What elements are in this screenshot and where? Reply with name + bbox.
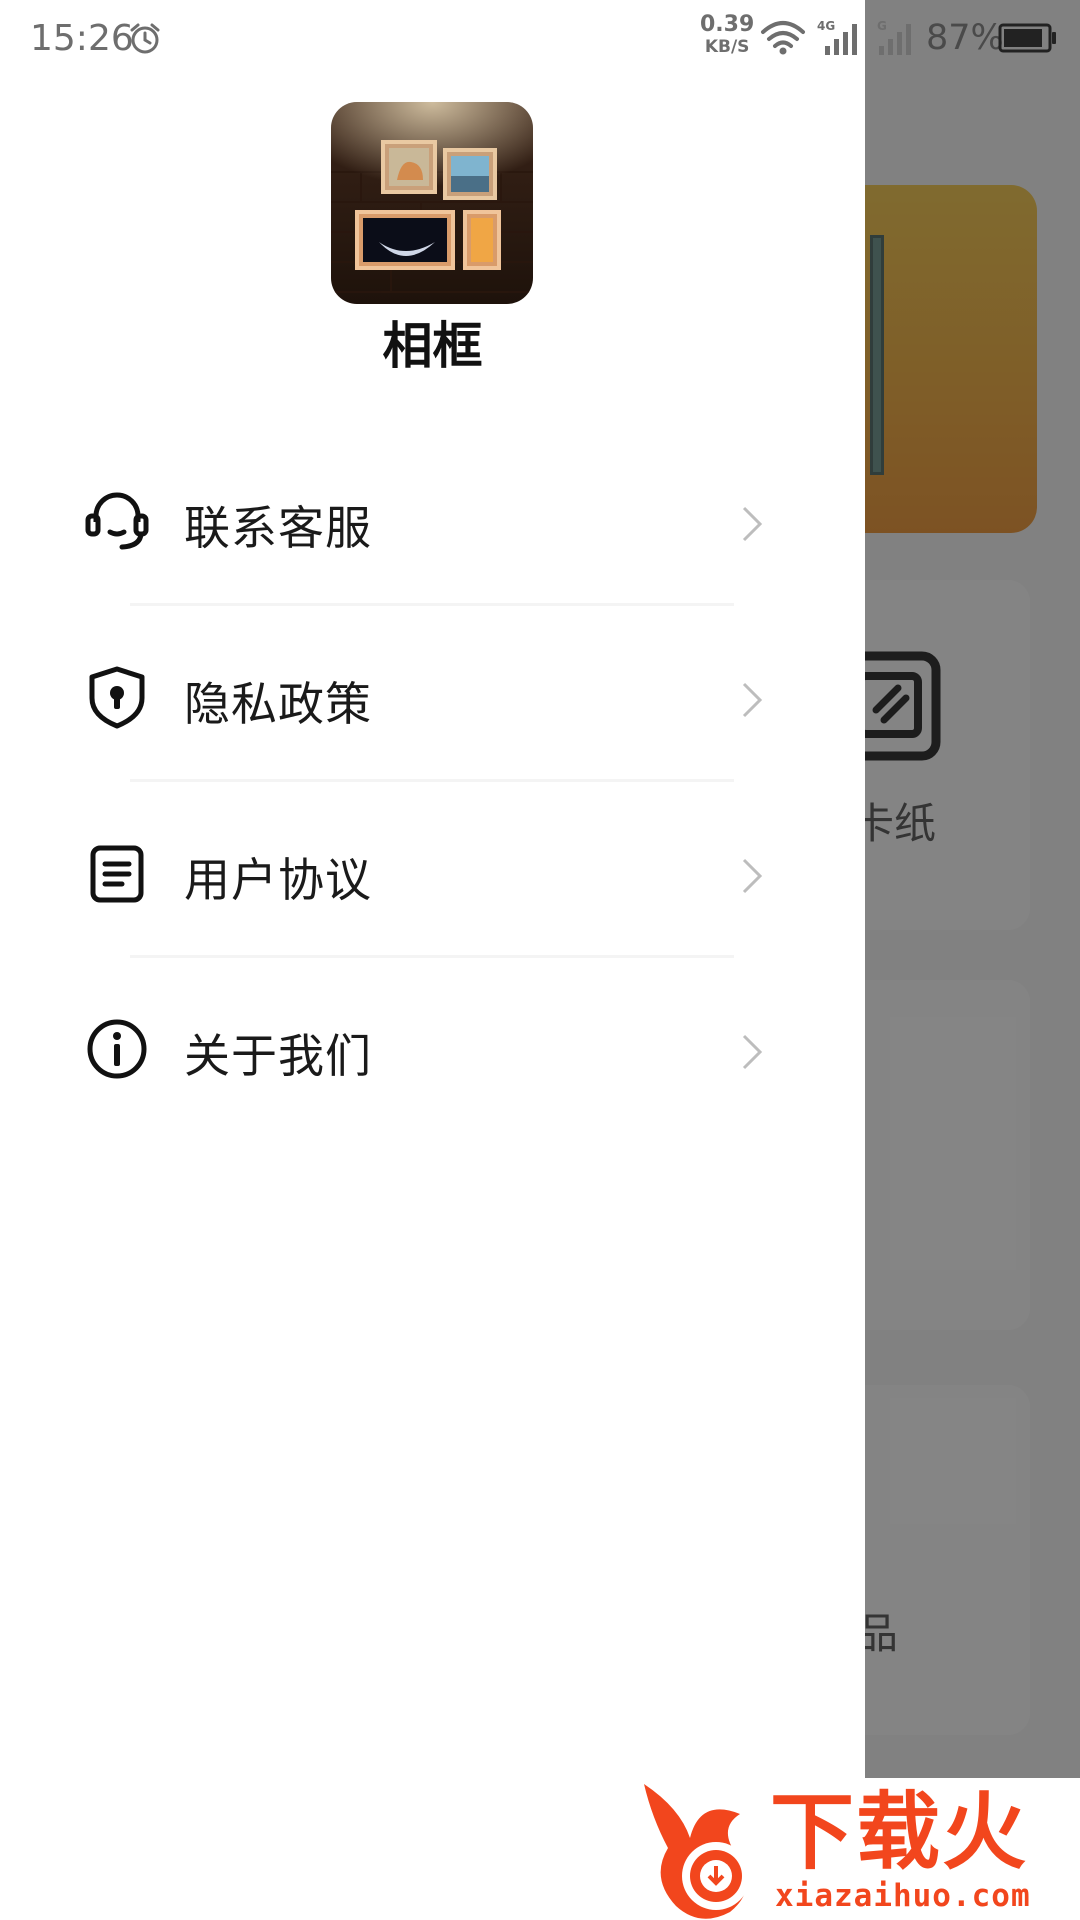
menu-item-about-us[interactable]: 关于我们 [0,958,865,1134]
app-name: 相框 [382,317,483,375]
battery-icon [998,23,1056,53]
shield-icon [89,666,145,729]
status-bar: 15:26 0.39 KB/S 4G G 87% [0,0,1080,80]
battery-percentage: 87% [926,18,1004,58]
navigation-drawer: 相框 联系客服 隐私政策 用户协议 关于我们 [0,0,865,1920]
info-icon [87,1019,147,1079]
network-type-label: G [877,19,887,33]
menu-item-user-agreement[interactable]: 用户协议 [0,782,865,958]
menu-item-label: 用户协议 [184,853,372,907]
network-type-label: 4G [817,19,835,33]
menu-item-label: 关于我们 [184,1029,372,1083]
menu-item-label: 隐私政策 [184,677,372,731]
signal-g-icon: G [877,19,911,55]
watermark-title: 下载火 [770,1783,1029,1881]
menu-item-privacy-policy[interactable]: 隐私政策 [0,606,865,782]
chevron-right-icon [742,1034,763,1070]
headset-icon [85,492,149,550]
app-logo [331,102,533,304]
document-icon [90,845,144,903]
chevron-right-icon [742,858,763,894]
network-speed-value: 0.39 [700,12,755,37]
network-speed: 0.39 KB/S [700,14,754,56]
network-speed-unit: KB/S [704,37,750,57]
chevron-right-icon [742,506,763,542]
watermark-url: xiazaihuo.com [775,1878,1031,1914]
chevron-right-icon [742,682,763,718]
alarm-icon [130,23,160,54]
menu-item-label: 联系客服 [184,501,372,555]
status-time: 15:26 [30,18,134,59]
menu-item-contact-support[interactable]: 联系客服 [0,430,865,606]
signal-4g-icon: 4G [817,19,857,55]
wifi-icon [761,21,805,55]
